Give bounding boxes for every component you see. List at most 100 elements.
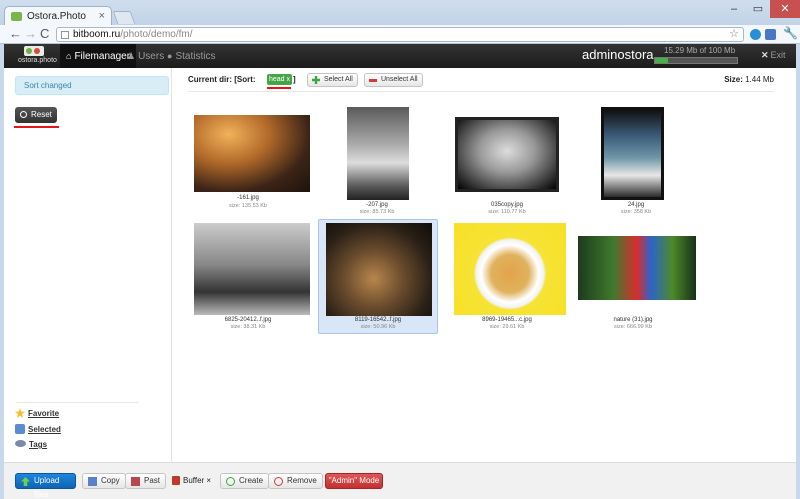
file-thumb-4[interactable]: 6825-20412..f.jpg size: 38.31 Kb (188, 219, 310, 331)
clipboard-icon (172, 476, 180, 485)
select-all-button[interactable]: Select All (307, 73, 358, 87)
sort-bracket: ] (293, 75, 296, 84)
home-icon: ⌂ (66, 51, 72, 61)
file-thumb-1[interactable]: -207.jpg size: 85.73 Kb (317, 98, 437, 215)
current-dir-label: Current dir: [Sort: (188, 75, 256, 84)
dir-size-label: Size: (724, 75, 743, 84)
file-name: -161.jpg (237, 195, 259, 201)
thumbnail-image (454, 223, 566, 315)
nav-statistics[interactable]: ● Statistics (161, 44, 221, 68)
quota-progress-fill (655, 58, 668, 63)
tab-close-icon[interactable]: × (99, 10, 105, 22)
file-name: 6825-20412..f.jpg (224, 317, 272, 323)
wrench-menu-icon[interactable]: 🔧 (783, 26, 798, 40)
minimize-button[interactable]: – (722, 0, 746, 18)
skype-extension-icon[interactable] (750, 29, 761, 40)
unselect-all-label: Unselect All (381, 76, 418, 83)
url-domain: bitboom.ru (73, 29, 121, 40)
admin-mode-button[interactable]: "Admin" Mode (325, 473, 383, 489)
nav-statistics-label: Statistics (175, 51, 216, 62)
create-label: Create (239, 476, 264, 485)
brand-text: ostora.photo (18, 57, 57, 64)
file-size: size: 50.96 Kb (360, 324, 396, 330)
user-icon: ♟ (127, 51, 136, 61)
sidebar-link-tags[interactable]: Tags (15, 440, 47, 449)
paste-icon (131, 477, 140, 486)
sidebar-divider (16, 402, 138, 403)
favorite-label: Favorite (28, 409, 60, 418)
paste-button[interactable]: Past (125, 473, 167, 489)
file-thumb-3[interactable]: 24.jpg size: 358 Kb (576, 98, 696, 215)
exit-label: Exit (770, 50, 786, 60)
thumbnail-image (578, 236, 696, 300)
file-thumb-5[interactable]: 8119-16542..f.jpg size: 50.96 Kb (318, 219, 438, 334)
browser-tab[interactable]: Ostora.Photo × (4, 6, 112, 26)
remove-label: Remove (287, 476, 317, 485)
star-icon (15, 408, 25, 418)
users-icon (15, 424, 25, 434)
exit-link[interactable]: ✕ Exit (761, 50, 786, 61)
selected-label: Selected (28, 425, 61, 434)
copy-icon (88, 477, 97, 486)
file-name: 24.jpg (627, 202, 645, 208)
plus-icon (312, 76, 320, 84)
file-size: size: 110.77 Kb (488, 209, 526, 215)
current-dir-bar: Current dir: [Sort: head x ] Select All … (188, 72, 774, 90)
file-name: nature (31).jpg (613, 317, 653, 323)
thumbnail-image (194, 223, 310, 315)
logo-icon (24, 46, 44, 56)
remove-button[interactable]: Remove (268, 473, 323, 489)
upload-icon (21, 477, 30, 486)
back-arrow-icon[interactable]: ← (9, 26, 22, 42)
sidebar: Sort changed Reset Favorite Selected Tag… (4, 68, 172, 462)
sort-changed-alert: Sort changed (15, 76, 169, 95)
file-size: size: 135.53 Kb (229, 203, 267, 209)
file-size: size: 666.99 Kb (614, 324, 652, 330)
upload-label: Upload files (34, 476, 60, 499)
maximize-button[interactable]: ▭ (746, 0, 770, 18)
thumbnail-image (326, 223, 432, 316)
minus-circle-icon (274, 477, 283, 486)
minus-icon (369, 79, 377, 82)
thumbnail-image (601, 107, 664, 200)
file-thumb-7[interactable]: nature (31).jpg size: 666.99 Kb (573, 219, 696, 331)
file-thumb-2[interactable]: 035copy.jpg size: 110.77 Kb (447, 98, 567, 215)
file-size: size: 38.31 Kb (230, 324, 266, 330)
unselect-all-button[interactable]: Unselect All (364, 73, 423, 87)
file-browser: Current dir: [Sort: head x ] Select All … (173, 68, 796, 462)
file-name: 8969-19465...c.jpg (482, 317, 532, 323)
action-bar: Upload files Copy Past Buffer × Create R… (4, 462, 796, 499)
quota-text: 15.29 Mb of 100 Mb (664, 46, 736, 55)
file-thumb-6[interactable]: 8969-19465...c.jpg size: 29.61 Kb (447, 219, 567, 331)
extension-icon[interactable] (765, 29, 776, 40)
sort-annotation-underline (267, 87, 291, 89)
tab-title: Ostora.Photo (27, 11, 86, 22)
dir-size-value: 1.44 Mb (745, 75, 774, 84)
copy-label: Copy (101, 476, 120, 485)
tags-icon (15, 440, 26, 447)
copy-button[interactable]: Copy (82, 473, 126, 489)
create-button[interactable]: Create (220, 473, 270, 489)
brand-logo[interactable]: ostora.photo (18, 46, 57, 66)
info-icon: ● (167, 51, 173, 61)
sort-badge[interactable]: head x (267, 74, 293, 85)
app-navbar: ostora.photo ⌂ Filemanager ♟ Users ● Statis… (4, 44, 796, 68)
buffer-label: Buffer × (183, 476, 212, 485)
forward-arrow-icon[interactable]: → (24, 26, 37, 42)
browser-toolbar: ← → C bitboom.ru/photo/demo/fm/ ☆ 🔧 (0, 25, 800, 44)
sidebar-link-selected[interactable]: Selected (15, 424, 61, 434)
file-name: 8119-16542..f.jpg (354, 317, 402, 323)
file-thumb-0[interactable]: -161.jpg size: 135.53 Kb (188, 98, 310, 210)
bookmark-star-icon[interactable]: ☆ (729, 28, 739, 41)
upload-files-button[interactable]: Upload files (15, 473, 76, 499)
sidebar-link-favorite[interactable]: Favorite (15, 408, 59, 418)
file-size: size: 358 Kb (620, 209, 652, 215)
reload-icon[interactable]: C (40, 26, 49, 42)
buffer-indicator[interactable]: Buffer × (172, 476, 211, 485)
address-bar[interactable]: bitboom.ru/photo/demo/fm/ ☆ (56, 27, 744, 42)
reset-button[interactable]: Reset (15, 107, 57, 123)
window-close-button[interactable]: ✕ (770, 0, 800, 18)
new-tab-button[interactable] (112, 11, 136, 24)
exit-icon: ✕ (761, 50, 769, 60)
dir-divider (188, 91, 774, 92)
